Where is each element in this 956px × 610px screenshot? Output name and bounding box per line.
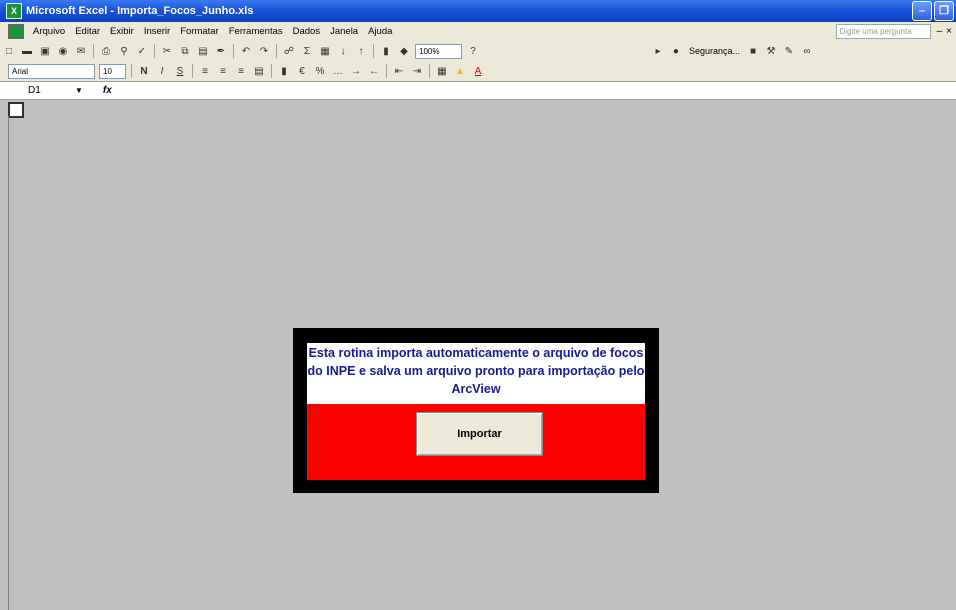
help-icon[interactable]: ? (466, 44, 480, 58)
select-all-corner[interactable] (8, 102, 24, 118)
undo-icon[interactable]: ↶ (239, 44, 253, 58)
format-painter-icon[interactable]: ✒ (214, 44, 228, 58)
title-bar: X Microsoft Excel - Importa_Focos_Junho.… (0, 0, 956, 22)
decrease-decimal-icon[interactable]: ← (367, 64, 381, 78)
visual-basic-icon[interactable]: ■ (746, 44, 760, 58)
align-left-icon[interactable]: ≡ (198, 64, 212, 78)
restore-button[interactable]: ❐ (934, 1, 954, 21)
print-preview-icon[interactable]: ⚲ (117, 44, 131, 58)
euro-icon[interactable]: € (295, 64, 309, 78)
standard-toolbar: □ ▬ ▣ ◉ ✉ ⎙ ⚲ ✓ ✂ ⧉ ▤ ✒ ↶ ↷ ☍ Σ ▦ ↓ ↑ ▮ … (0, 41, 956, 61)
help-question-input[interactable]: Digite uma pergunta (835, 24, 931, 39)
insert-function-icon[interactable]: ▦ (318, 44, 332, 58)
fill-color-icon[interactable]: ▲ (453, 64, 467, 78)
redo-icon[interactable]: ↷ (257, 44, 271, 58)
minimize-button[interactable]: – (912, 1, 932, 21)
paste-icon[interactable]: ▤ (196, 44, 210, 58)
save-icon[interactable]: ▣ (38, 44, 52, 58)
menu-ferramentas[interactable]: Ferramentas (224, 26, 288, 37)
new-document-icon[interactable]: □ (2, 44, 16, 58)
permission-icon[interactable]: ◉ (56, 44, 70, 58)
drawing-icon[interactable]: ◆ (397, 44, 411, 58)
name-box[interactable]: D1 (0, 83, 75, 98)
sort-descending-icon[interactable]: ↑ (354, 44, 368, 58)
button-area: Importar (307, 404, 645, 480)
borders-icon[interactable]: ▦ (435, 64, 449, 78)
import-button[interactable]: Importar (416, 412, 543, 456)
design-mode-icon[interactable]: ✎ (782, 44, 796, 58)
sort-ascending-icon[interactable]: ↓ (336, 44, 350, 58)
hyperlink-icon[interactable]: ☍ (282, 44, 296, 58)
decrease-indent-icon[interactable]: ⇤ (392, 64, 406, 78)
merge-center-icon[interactable]: ▤ (252, 64, 266, 78)
increase-decimal-icon[interactable]: → (349, 64, 363, 78)
menu-arquivo[interactable]: Arquivo (28, 26, 70, 37)
workbook-icon[interactable] (8, 24, 24, 39)
font-color-icon[interactable]: A (471, 64, 485, 78)
menu-editar[interactable]: Editar (70, 26, 105, 37)
menu-ajuda[interactable]: Ajuda (363, 26, 397, 37)
align-center-icon[interactable]: ≡ (216, 64, 230, 78)
formatting-toolbar: Arial 10 N I S ≡ ≡ ≡ ▤ ▮ € % … → ← ⇤ ⇥ ▦… (0, 61, 956, 81)
insert-function-fx-icon[interactable]: fx (103, 85, 112, 96)
bold-button[interactable]: N (137, 64, 151, 78)
currency-icon[interactable]: ▮ (277, 64, 291, 78)
workbook-minimize-button[interactable]: – (937, 26, 943, 37)
align-right-icon[interactable]: ≡ (234, 64, 248, 78)
increase-indent-icon[interactable]: ⇥ (410, 64, 424, 78)
menu-inserir[interactable]: Inserir (139, 26, 175, 37)
copy-icon[interactable]: ⧉ (178, 44, 192, 58)
menu-dados[interactable]: Dados (288, 26, 325, 37)
open-folder-icon[interactable]: ▬ (20, 44, 34, 58)
underline-button[interactable]: S (173, 64, 187, 78)
font-name-select[interactable]: Arial (8, 63, 95, 79)
font-size-select[interactable]: 10 (99, 63, 126, 79)
workbook-close-button[interactable]: × (946, 26, 952, 37)
formula-bar: D1 ▼ fx (0, 81, 956, 100)
sheet-left-edge (8, 116, 9, 610)
spelling-icon[interactable]: ✓ (135, 44, 149, 58)
menu-janela[interactable]: Janela (325, 26, 363, 37)
properties-icon[interactable]: ∞ (800, 44, 814, 58)
menu-exibir[interactable]: Exibir (105, 26, 139, 37)
chart-wizard-icon[interactable]: ▮ (379, 44, 393, 58)
excel-app-icon: X (6, 3, 22, 19)
percent-icon[interactable]: % (313, 64, 327, 78)
window-title: Microsoft Excel - Importa_Focos_Junho.xl… (26, 5, 254, 17)
autosum-icon[interactable]: Σ (300, 44, 314, 58)
description-label: Esta rotina importa automaticamente o ar… (307, 343, 645, 404)
cut-icon[interactable]: ✂ (160, 44, 174, 58)
comma-style-icon[interactable]: … (331, 64, 345, 78)
italic-button[interactable]: I (155, 64, 169, 78)
menu-formatar[interactable]: Formatar (175, 26, 224, 37)
security-button[interactable]: Segurança... (689, 46, 740, 56)
zoom-select[interactable]: 100% (415, 43, 462, 59)
import-form-panel: Esta rotina importa automaticamente o ar… (293, 328, 659, 493)
name-box-dropdown-icon[interactable]: ▼ (75, 86, 83, 95)
print-icon[interactable]: ⎙ (99, 44, 113, 58)
macro-run-icon[interactable]: ▸ (651, 44, 665, 58)
email-icon[interactable]: ✉ (74, 44, 88, 58)
record-macro-icon[interactable]: ● (669, 44, 683, 58)
menu-bar: Arquivo Editar Exibir Inserir Formatar F… (0, 22, 956, 41)
control-toolbox-icon[interactable]: ⚒ (764, 44, 778, 58)
